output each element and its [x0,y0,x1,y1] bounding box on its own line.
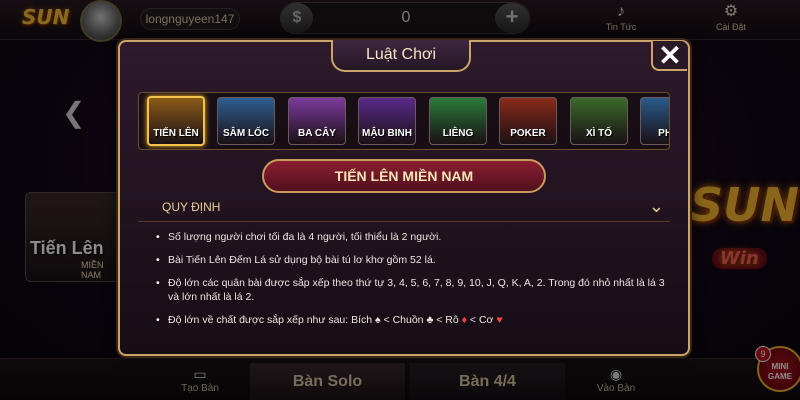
modal-title: Luật Chơi [331,40,471,72]
chevron-down-icon[interactable]: ⌄ [649,196,664,217]
game-sam-loc[interactable]: SÂM LỐC [217,97,275,145]
game-label: POKER [510,128,546,139]
rule-item: Độ lớn các quân bài được sắp xếp theo th… [156,276,676,304]
game-label: MẬU BINH [362,128,412,139]
game-label: TIẾN LÊN [153,128,199,139]
game-poker[interactable]: POKER [499,97,557,145]
game-selector: TIẾN LÊN SÂM LỐC BA CÂY MẬU BINH LIÊNG P… [138,92,670,150]
game-label: BA CÂY [298,128,336,139]
game-label: PHỎ [658,128,669,139]
section-label: QUY ĐỊNH [162,200,221,214]
game-label: XÌ TỐ [585,128,613,139]
rules-list: Số lượng người chơi tối đa là 4 người, t… [156,230,676,336]
rule-item: Số lượng người chơi tối đa là 4 người, t… [156,230,676,244]
suit-rule-lt: < Cơ [467,314,497,326]
rule-item-suits: Độ lớn về chất được sắp xếp như sau: Bíc… [156,313,676,327]
game-lieng[interactable]: LIÊNG [429,97,487,145]
game-label: LIÊNG [442,128,474,139]
game-pho[interactable]: PHỎ [640,97,669,145]
rules-section-header[interactable]: QUY ĐỊNH ⌄ [138,196,670,222]
suit-rule-lt: < Rô [433,314,462,326]
game-label: SÂM LỐC [222,128,270,139]
close-button[interactable]: ✕ [651,41,687,71]
game-tien-len[interactable]: TIẾN LÊN [147,96,205,146]
suit-rule-prefix: Độ lớn về chất được sắp xếp như sau: Bíc… [168,314,376,326]
game-title-bar: TIẾN LÊN MIỀN NAM [262,159,546,193]
heart-icon: ♥ [496,314,503,326]
suit-rule-lt: < Chuồn [380,314,427,326]
rule-item: Bài Tiến Lên Đếm Lá sử dụng bộ bài tú lơ… [156,253,676,267]
game-mau-binh[interactable]: MẬU BINH [358,97,416,145]
game-xi-to[interactable]: XÌ TỐ [570,97,628,145]
game-ba-cay[interactable]: BA CÂY [288,97,346,145]
